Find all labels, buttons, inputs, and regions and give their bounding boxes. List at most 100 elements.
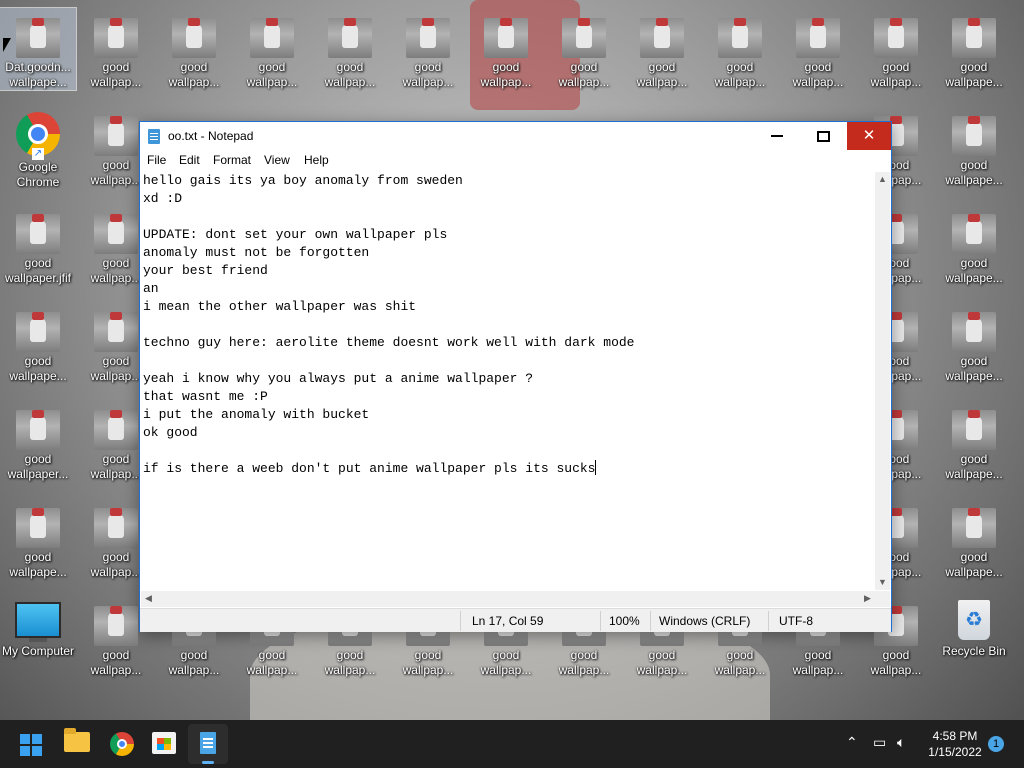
- desktop-icon-label: good wallpap...: [246, 648, 298, 677]
- desktop-file-icon[interactable]: good wallpap...: [468, 8, 544, 90]
- desktop-file-icon[interactable]: good wallpaper...: [0, 400, 76, 482]
- network-icon[interactable]: ▭: [873, 734, 886, 751]
- image-thumbnail-icon: [16, 312, 60, 352]
- start-button[interactable]: [20, 734, 42, 756]
- taskbar: ⌃ ▭ 🔈︎ 4:58 PM 1/15/2022 1: [0, 720, 1024, 768]
- desktop-file-icon[interactable]: good wallpape...: [936, 302, 1012, 384]
- editor-content[interactable]: hello gais its ya boy anomaly from swede…: [143, 173, 634, 476]
- desktop-icon-label: good wallpape...: [945, 550, 1003, 579]
- status-divider: [600, 611, 601, 631]
- my-computer-shortcut[interactable]: My Computer: [0, 596, 76, 659]
- notepad-icon: [200, 732, 216, 754]
- notepad-icon: [148, 129, 160, 144]
- file-explorer-icon[interactable]: [64, 728, 90, 752]
- desktop-icon-label: Google Chrome: [16, 160, 60, 189]
- notification-badge[interactable]: 1: [988, 736, 1004, 752]
- desktop-icon-label: good wallpap...: [168, 648, 220, 677]
- menu-edit[interactable]: Edit: [179, 153, 200, 167]
- desktop-icon-label: good wallpape...: [945, 452, 1003, 481]
- desktop-file-icon[interactable]: good wallpap...: [156, 8, 232, 90]
- desktop-icon-label: good wallpaper...: [7, 452, 69, 481]
- scroll-up-icon[interactable]: ▲: [875, 172, 890, 187]
- scroll-down-icon[interactable]: ▼: [875, 575, 890, 590]
- image-thumbnail-icon: [94, 116, 138, 156]
- system-clock[interactable]: 4:58 PM 1/15/2022: [920, 728, 990, 760]
- status-bar: Ln 17, Col 59 100% Windows (CRLF) UTF-8: [140, 608, 891, 632]
- text-caret: [595, 460, 597, 475]
- title-bar[interactable]: oo.txt - Notepad ✕: [140, 122, 891, 151]
- desktop-icon-label: good wallpap...: [558, 648, 610, 677]
- image-thumbnail-icon: [94, 410, 138, 450]
- encoding: UTF-8: [779, 614, 813, 628]
- desktop-file-icon[interactable]: good wallpape...: [936, 400, 1012, 482]
- image-thumbnail-icon: [172, 18, 216, 58]
- active-indicator: [202, 761, 214, 764]
- menu-view[interactable]: View: [264, 153, 290, 167]
- desktop-icon-label: good wallpap...: [792, 60, 844, 89]
- desktop-file-icon[interactable]: good wallpap...: [312, 8, 388, 90]
- scroll-right-icon[interactable]: ▶: [860, 591, 875, 606]
- desktop-icon-label: good wallpap...: [714, 648, 766, 677]
- desktop-icon-label: good wallpap...: [714, 60, 766, 89]
- image-thumbnail-icon: [952, 18, 996, 58]
- desktop-icon-label: good wallpap...: [90, 648, 142, 677]
- image-thumbnail-icon: [952, 312, 996, 352]
- desktop-file-icon[interactable]: good wallpape...: [0, 302, 76, 384]
- desktop-file-icon[interactable]: good wallpap...: [390, 8, 466, 90]
- desktop-icon-label: good wallpape...: [945, 256, 1003, 285]
- scroll-left-icon[interactable]: ◀: [141, 591, 156, 606]
- clock-time: 4:58 PM: [932, 729, 978, 743]
- volume-icon[interactable]: 🔈︎: [897, 734, 905, 751]
- text-editor[interactable]: hello gais its ya boy anomaly from swede…: [141, 172, 874, 590]
- desktop-icon-label: good wallpape...: [945, 60, 1003, 89]
- window-title: oo.txt - Notepad: [168, 129, 254, 143]
- horizontal-scrollbar[interactable]: ◀ ▶: [141, 591, 875, 607]
- maximize-button[interactable]: [801, 122, 845, 150]
- chevron-up-icon[interactable]: ⌃: [846, 734, 858, 751]
- desktop-file-icon[interactable]: good wallpap...: [78, 8, 154, 90]
- desktop-icon-label: good wallpaper.jfif: [4, 256, 72, 285]
- desktop-file-icon[interactable]: good wallpape...: [936, 106, 1012, 188]
- image-thumbnail-icon: [94, 18, 138, 58]
- monitor-icon: [15, 602, 61, 642]
- desktop-file-icon[interactable]: good wallpape...: [936, 498, 1012, 580]
- image-thumbnail-icon: [796, 18, 840, 58]
- desktop-file-icon[interactable]: good wallpap...: [546, 8, 622, 90]
- image-thumbnail-icon: [562, 18, 606, 58]
- minimize-button[interactable]: [755, 122, 799, 150]
- vertical-scrollbar[interactable]: ▲ ▼: [875, 172, 890, 590]
- menu-help[interactable]: Help: [304, 153, 329, 167]
- desktop-file-icon[interactable]: good wallpap...: [780, 8, 856, 90]
- desktop-icon-label: good wallpap...: [246, 60, 298, 89]
- menu-file[interactable]: File: [147, 153, 166, 167]
- desktop-file-icon[interactable]: good wallpape...: [0, 498, 76, 580]
- desktop-icon-label: good wallpap...: [558, 60, 610, 89]
- menu-format[interactable]: Format: [213, 153, 251, 167]
- image-thumbnail-icon: [640, 18, 684, 58]
- chrome-shortcut[interactable]: ↗ Google Chrome: [0, 106, 76, 190]
- desktop-icon-label: good wallpap...: [870, 60, 922, 89]
- desktop-file-icon[interactable]: good wallpaper.jfif: [0, 204, 76, 286]
- desktop-file-icon[interactable]: good wallpap...: [624, 8, 700, 90]
- desktop-icon-label: good wallpap...: [324, 648, 376, 677]
- desktop-icon-label: Recycle Bin: [942, 644, 1006, 658]
- notepad-taskbar-button[interactable]: [188, 724, 228, 764]
- shortcut-arrow-icon: ↗: [32, 148, 44, 160]
- recycle-bin[interactable]: ♻ Recycle Bin: [936, 596, 1012, 659]
- chrome-icon: ↗: [16, 112, 60, 160]
- desktop-file-icon[interactable]: good wallpap...: [234, 8, 310, 90]
- chrome-taskbar-icon[interactable]: [110, 732, 134, 756]
- line-ending: Windows (CRLF): [659, 614, 751, 628]
- image-thumbnail-icon: [16, 214, 60, 254]
- store-icon[interactable]: [152, 732, 176, 754]
- desktop-file-icon[interactable]: good wallpap...: [702, 8, 778, 90]
- desktop-file-icon[interactable]: Dat.goodn... wallpape...: [0, 7, 77, 91]
- close-button[interactable]: ✕: [847, 122, 891, 150]
- desktop-file-icon[interactable]: good wallpape...: [936, 204, 1012, 286]
- desktop-icon-label: good wallpap...: [792, 648, 844, 677]
- image-thumbnail-icon: [94, 312, 138, 352]
- desktop-file-icon[interactable]: good wallpape...: [936, 8, 1012, 90]
- maximize-icon: [816, 130, 830, 142]
- zoom-level: 100%: [609, 614, 640, 628]
- desktop-file-icon[interactable]: good wallpap...: [858, 8, 934, 90]
